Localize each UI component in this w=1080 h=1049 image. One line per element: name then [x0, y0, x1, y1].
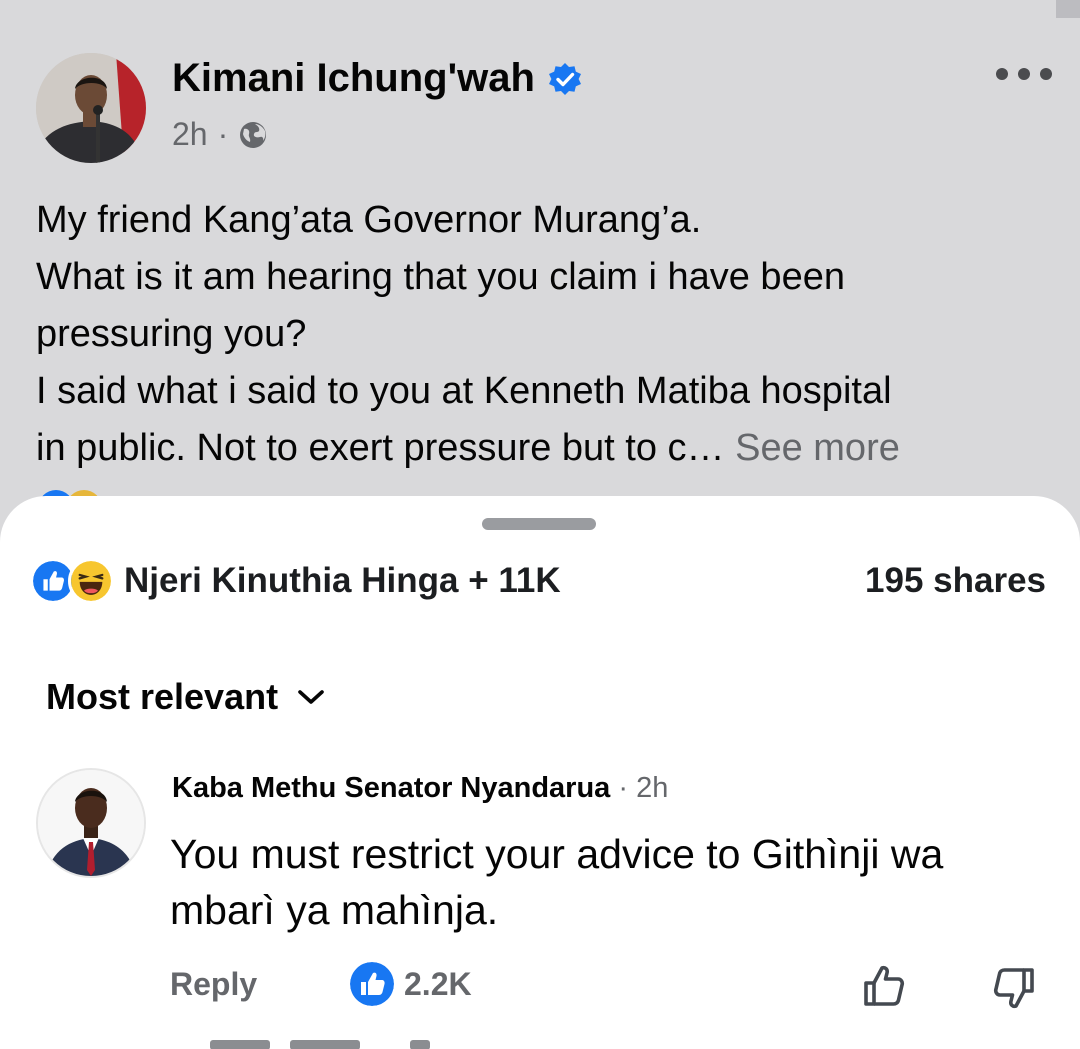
reaction-icons [30, 558, 114, 604]
post-time[interactable]: 2h [172, 116, 208, 153]
post-author-name[interactable]: Kimani Ichung'wah [172, 56, 535, 101]
globe-icon[interactable] [238, 120, 268, 150]
sheet-drag-handle[interactable] [482, 518, 596, 530]
reply-button[interactable]: Reply [170, 966, 257, 1003]
post-author[interactable]: Kimani Ichung'wah [172, 56, 583, 101]
scrollbar [1056, 0, 1080, 18]
post-text-line: What is it am hearing that you claim i h… [36, 256, 845, 298]
dot [1018, 68, 1030, 80]
like-count-text: 2.2K [404, 965, 472, 1002]
comment-text: You must restrict your advice to Githìnj… [170, 826, 1050, 938]
comments-sheet: Njeri Kinuthia Hinga + 11K 195 shares Mo… [0, 496, 1080, 1049]
comment-time: · 2h [618, 772, 669, 804]
post-text-line-last: in public. Not to exert pressure but to … [36, 420, 1056, 477]
dot [996, 68, 1008, 80]
haha-reaction-icon [68, 558, 114, 604]
sort-dropdown[interactable]: Most relevant [46, 676, 326, 718]
sort-label: Most relevant [46, 676, 279, 717]
reactions-text[interactable]: Njeri Kinuthia Hinga + 11K [124, 561, 561, 601]
comment-like-count[interactable]: 2.2K [350, 962, 472, 1006]
reactions-summary[interactable]: Njeri Kinuthia Hinga + 11K [30, 558, 561, 604]
post-text-line: I said what i said to you at Kenneth Mat… [36, 370, 892, 412]
like-reaction-icon [350, 962, 394, 1006]
comment-text-line: You must restrict your advice to Githìnj… [170, 831, 944, 877]
commenter-avatar-photo [38, 770, 144, 876]
post-text-line: pressuring you? [36, 313, 307, 355]
post-text-line: in public. Not to exert pressure but to … [36, 427, 725, 469]
view-replies-peek [210, 1040, 430, 1049]
comment-author-line: Kaba Methu Senator Nyandarua · 2h [172, 772, 668, 805]
author-avatar-photo [36, 53, 146, 163]
comment-author[interactable]: Kaba Methu Senator Nyandarua [172, 772, 610, 804]
thumbs-down-icon[interactable] [990, 964, 1038, 1012]
see-more-link[interactable]: See more [735, 427, 900, 469]
post-meta: 2h · [172, 116, 268, 153]
author-avatar[interactable] [36, 53, 146, 163]
more-options-icon[interactable] [996, 64, 1052, 84]
post-text-line: My friend Kang’ata Governor Murang’a. [36, 199, 702, 241]
chevron-down-icon [298, 690, 324, 704]
post-body: My friend Kang’ata Governor Murang’a. Wh… [36, 192, 1056, 477]
comment-text-line: mbarì ya mahìnja. [170, 887, 499, 933]
comment-actions: Reply 2.2K [170, 962, 1040, 1012]
thumbs-up-icon[interactable] [860, 962, 908, 1010]
commenter-avatar[interactable] [36, 768, 146, 878]
dot [1040, 68, 1052, 80]
reaction-summary-row: Njeri Kinuthia Hinga + 11K 195 shares [30, 558, 1046, 604]
verified-badge-icon [548, 62, 581, 95]
shares-count[interactable]: 195 shares [865, 561, 1046, 601]
meta-separator: · [217, 116, 229, 152]
